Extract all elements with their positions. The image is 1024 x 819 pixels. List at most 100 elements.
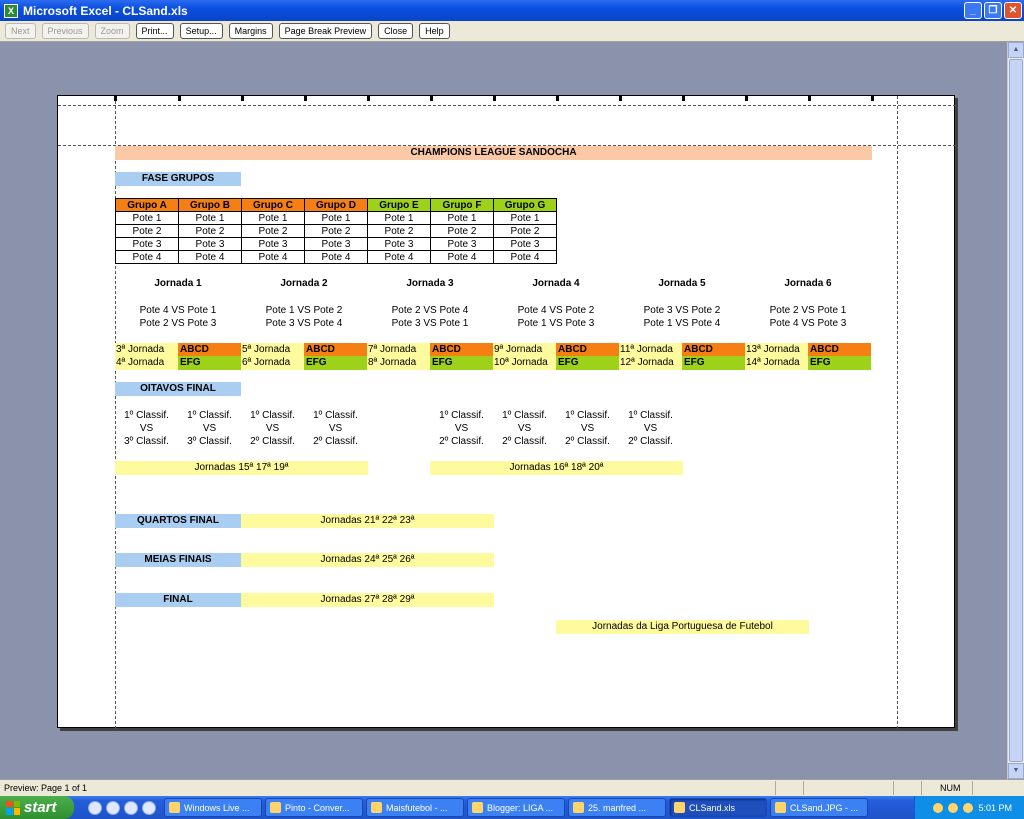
ko-pairing: 1º Classif. VS 3º Classif. [178,409,241,448]
column-handle[interactable] [241,96,244,101]
liga-jornada-label: 11ª Jornada [619,343,682,357]
taskbar-item[interactable]: Maisfutebol - ... [366,798,464,817]
column-handle[interactable] [367,96,370,101]
network-icon[interactable] [963,802,974,813]
ko-top: 1º Classif. [502,410,547,421]
liga-jornada-label: 3ª Jornada [115,343,178,357]
window-title: Microsoft Excel - CLSand.xls [23,3,188,18]
firefox-icon[interactable] [142,800,156,815]
jornada-header: Jornada 3 [406,278,454,289]
ko-vs: VS [139,423,154,434]
close-button[interactable]: Close [378,23,414,39]
pote-cell: Pote 2 [241,224,305,238]
pote-cell: Pote 3 [430,237,494,251]
column-handle[interactable] [178,96,181,101]
column-handle[interactable] [493,96,496,101]
final-label: FINAL [115,593,241,607]
next-button[interactable]: Next [5,23,36,39]
ko-top: 1º Classif. [439,410,484,421]
firefox-icon [472,802,483,813]
legend-liga: Jornadas da Liga Portuguesa de Futebol [556,620,809,634]
column-handle[interactable] [871,96,874,101]
group-header: Grupo G [493,198,557,212]
pote-cell: Pote 2 [367,224,431,238]
scroll-down-icon[interactable]: ▼ [1008,763,1024,779]
start-button[interactable]: start [0,796,74,819]
ko-top: 1º Classif. [124,410,169,421]
liga-jornada-row: 3ª Jornada ABCD 5ª Jornada ABCD 7ª Jornada… [115,343,871,357]
efg-tag: EFG [682,356,745,370]
minimize-button[interactable]: _ [964,2,982,19]
margin-line-header[interactable] [58,105,956,106]
meias-jornadas: Jornadas 24ª 25ª 26ª [241,553,494,567]
quick-launch-icon[interactable] [88,800,102,815]
setup-button[interactable]: Setup... [179,23,223,39]
column-handle[interactable] [430,96,433,101]
taskbar-item[interactable]: Pinto - Conver... [265,798,363,817]
title-bar: X Microsoft Excel - CLSand.xls _ ❐ ✕ [0,0,1024,21]
pote-cell: Pote 4 [241,250,305,264]
margin-line-right[interactable] [897,96,898,729]
match-line: Pote 1 VS Pote 3 [517,318,595,329]
clock[interactable]: 5:01 PM [978,803,1012,813]
ko-bottom: 3º Classif. [187,436,232,447]
ko-top: 1º Classif. [313,410,358,421]
column-handle[interactable] [619,96,622,101]
pote-cell: Pote 4 [304,250,368,264]
vertical-scrollbar[interactable]: ▲ ▼ [1007,42,1024,779]
column-handle[interactable] [556,96,559,101]
ko-pairing: 1º Classif. VS 2º Classif. [430,409,493,448]
pote-cell: Pote 1 [430,211,494,225]
taskbar-item[interactable]: CLSand.JPG - ... [770,798,868,817]
liga-jornada-label: 14ª Jornada [745,356,808,370]
abcd-tag: ABCD [430,343,493,357]
tray-icon[interactable] [933,802,944,813]
match-line: Pote 4 VS Pote 3 [769,318,847,329]
num-lock-indicator: NUM [940,783,961,793]
taskbar-item-active[interactable]: CLSand.xls [669,798,767,817]
tray-icon[interactable] [948,802,959,813]
system-tray: 5:01 PM [914,796,1024,819]
taskbar-item[interactable]: Blogger: LIGA ... [467,798,565,817]
ko-vs: VS [643,423,658,434]
liga-jornada-label: 7ª Jornada [367,343,430,357]
task-label: Windows Live ... [184,802,250,813]
quick-launch-icon[interactable] [124,800,138,815]
taskbar-item[interactable]: Windows Live ... [164,798,262,817]
pote-cell: Pote 3 [241,237,305,251]
pote-cell: Pote 1 [115,211,179,225]
pote-cell: Pote 3 [493,237,557,251]
column-handle[interactable] [304,96,307,101]
margins-button[interactable]: Margins [228,23,273,39]
scroll-thumb[interactable] [1009,59,1023,762]
pote-cell: Pote 2 [304,224,368,238]
task-label: Maisfutebol - ... [386,802,448,813]
close-window-button[interactable]: ✕ [1004,2,1022,19]
zoom-button[interactable]: Zoom [94,23,130,39]
print-button[interactable]: Print... [135,23,174,39]
column-handle[interactable] [808,96,811,101]
column-handle[interactable] [745,96,748,101]
scroll-up-icon[interactable]: ▲ [1008,42,1024,58]
ko-bottom: 2º Classif. [439,436,484,447]
help-button[interactable]: Help [419,23,450,39]
quick-launch-icon[interactable] [106,800,120,815]
final-jornadas: Jornadas 27ª 28ª 29ª [241,593,494,607]
task-icon [270,802,281,813]
liga-jornada-row: 4ª Jornada EFG 6ª Jornada EFG 8ª Jornada EF… [115,356,871,370]
print-preview-toolbar: Next Previous Zoom Print... Setup... Mar… [0,21,1024,42]
previous-button[interactable]: Previous [41,23,89,39]
match-line: Pote 3 VS Pote 4 [265,318,343,329]
task-label: CLSand.JPG - ... [790,802,859,813]
abcd-tag: ABCD [556,343,619,357]
pote-cell: Pote 4 [493,250,557,264]
ko-pairing: 1º Classif. VS 2º Classif. [619,409,682,448]
column-handle[interactable] [682,96,685,101]
page-break-preview-button[interactable]: Page Break Preview [278,23,373,39]
ko-vs: VS [454,423,469,434]
taskbar-item[interactable]: 25. manfred ... [568,798,666,817]
efg-tag: EFG [808,356,871,370]
start-label: start [24,799,57,816]
column-handle[interactable] [114,96,117,101]
restore-button[interactable]: ❐ [984,2,1002,19]
